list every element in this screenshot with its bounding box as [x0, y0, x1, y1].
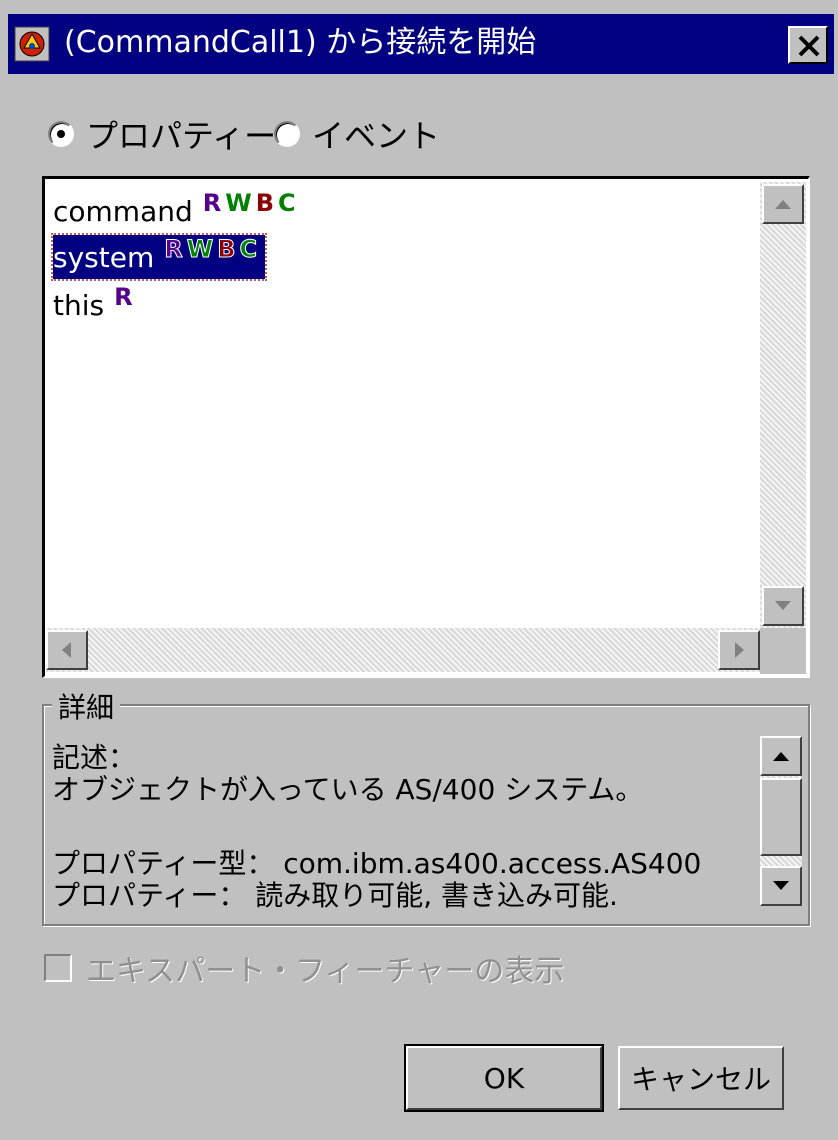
- arrow-right-icon: [735, 642, 744, 658]
- scrollbar-corner: [760, 628, 806, 674]
- close-icon: [798, 35, 820, 57]
- arrow-down-icon: [775, 601, 791, 610]
- arrow-up-icon: [775, 200, 791, 209]
- list-scroll-down-button[interactable]: [762, 586, 804, 626]
- access-badges: R W B C: [203, 189, 300, 217]
- expert-features-option[interactable]: エキスパート・フィーチャーの表示: [44, 948, 565, 989]
- list-scroll-right-button[interactable]: [718, 630, 760, 670]
- expert-features-checkbox[interactable]: [44, 954, 72, 982]
- radio-events-indicator[interactable]: [274, 121, 300, 147]
- close-button[interactable]: [788, 26, 828, 64]
- access-badges: R W B C: [164, 235, 261, 264]
- badge-constrained: C: [239, 235, 258, 264]
- arrow-up-icon: [773, 752, 789, 761]
- dialog-window: (CommandCall1) から接続を開始 プロパティー イベント comma…: [0, 0, 838, 1140]
- list-item-command[interactable]: command R W B C: [53, 189, 300, 233]
- list-vertical-scrollbar[interactable]: [760, 182, 806, 632]
- description-text: オブジェクトが入っている AS/400 システム。: [52, 773, 644, 806]
- badge-read: R: [114, 283, 133, 311]
- badge-bound: B: [255, 189, 275, 217]
- list-item-this[interactable]: this R: [53, 283, 137, 327]
- app-icon: [14, 26, 50, 62]
- details-group-label: 詳細: [52, 686, 121, 726]
- radio-events-label: イベント: [312, 117, 441, 155]
- list-item-label: command: [53, 194, 193, 228]
- details-scroll-thumb[interactable]: [760, 778, 802, 856]
- radio-events[interactable]: イベント: [274, 112, 440, 156]
- radio-properties[interactable]: プロパティー: [48, 112, 276, 156]
- expert-features-label: エキスパート・フィーチャーの表示: [86, 954, 565, 989]
- arrow-down-icon: [773, 881, 789, 890]
- list-scroll-up-button[interactable]: [762, 184, 804, 224]
- list-item-label: this: [53, 288, 105, 322]
- details-scroll-down-button[interactable]: [760, 866, 802, 906]
- badge-write: W: [186, 235, 214, 264]
- list-item-system[interactable]: system R W B C: [50, 233, 268, 281]
- property-listbox[interactable]: command R W B C system R W B C this R: [42, 176, 810, 678]
- badge-bound: B: [217, 235, 236, 264]
- radio-properties-indicator[interactable]: [48, 121, 74, 147]
- list-horizontal-scrollbar[interactable]: [46, 628, 760, 672]
- ok-button[interactable]: OK: [404, 1044, 604, 1112]
- badge-constrained: C: [278, 189, 296, 217]
- window-title: (CommandCall1) から接続を開始: [64, 25, 537, 60]
- badge-read: R: [202, 189, 222, 217]
- arrow-left-icon: [62, 642, 71, 658]
- list-scroll-left-button[interactable]: [46, 630, 88, 670]
- access-badges: R: [114, 283, 136, 311]
- details-scroll-up-button[interactable]: [760, 736, 802, 776]
- cancel-button[interactable]: キャンセル: [618, 1046, 784, 1110]
- radio-properties-label: プロパティー: [86, 117, 277, 155]
- badge-read: R: [164, 235, 184, 264]
- property-access-text: プロパティー： 読み取り可能, 書き込み可能.: [52, 879, 618, 912]
- badge-write: W: [225, 189, 252, 217]
- list-item-label: system: [53, 240, 155, 274]
